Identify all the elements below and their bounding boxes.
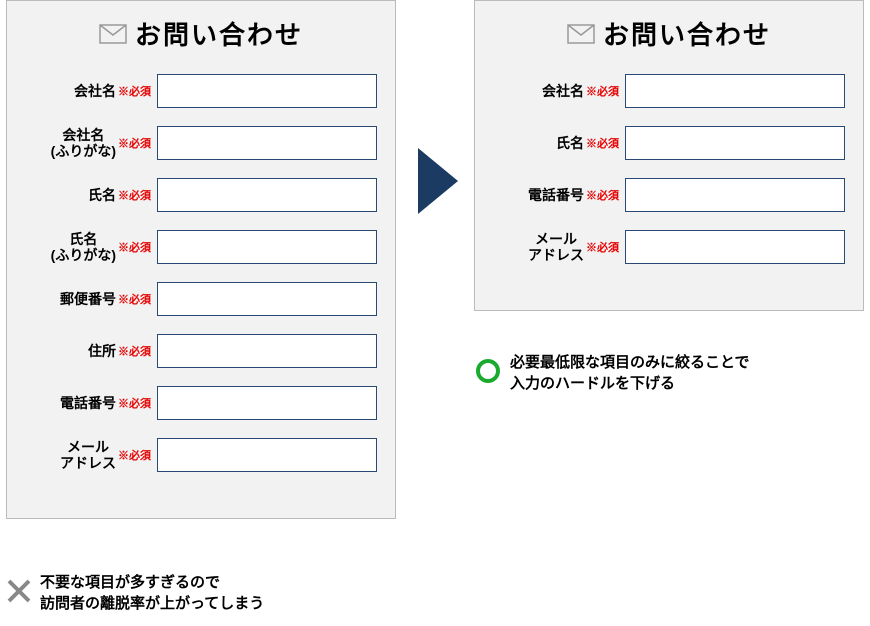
- label-area: メール アドレス ※必須: [493, 231, 625, 263]
- required-tag: ※必須: [118, 291, 151, 307]
- field-label: メール アドレス: [60, 439, 116, 471]
- required-tag: ※必須: [118, 239, 151, 255]
- label-area: 住所 ※必須: [25, 343, 157, 359]
- form-row: 氏名 ※必須: [25, 178, 377, 212]
- required-tag: ※必須: [118, 187, 151, 203]
- caption-good: 必要最低限な項目のみに絞ることで 入力のハードルを下げる: [474, 352, 750, 394]
- label-area: メール アドレス ※必須: [25, 439, 157, 471]
- caption-bad-text: 不要な項目が多すぎるので 訪問者の離脱率が上がってしまう: [40, 572, 264, 614]
- field-label: 住所: [88, 343, 116, 359]
- label-area: 郵便番号 ※必須: [25, 291, 157, 307]
- field-label: 氏名: [556, 135, 584, 151]
- form-row: 会社名 ※必須: [25, 74, 377, 108]
- panel-title: お問い合わせ: [493, 15, 845, 52]
- field-label: 電話番号: [528, 187, 584, 203]
- label-area: 氏名 ※必須: [25, 187, 157, 203]
- caption-good-text: 必要最低限な項目のみに絞ることで 入力のハードルを下げる: [510, 352, 750, 394]
- address-input[interactable]: [157, 334, 377, 368]
- field-label: 会社名: [542, 83, 584, 99]
- label-area: 会社名 ※必須: [493, 83, 625, 99]
- field-label: 会社名: [74, 83, 116, 99]
- company-input[interactable]: [157, 74, 377, 108]
- arrow-icon: [414, 148, 462, 219]
- company-input[interactable]: [625, 74, 845, 108]
- form-row: 会社名 ※必須: [493, 74, 845, 108]
- field-label: 会社名 (ふりがな): [51, 127, 116, 159]
- form-row: 氏名 (ふりがな) ※必須: [25, 230, 377, 264]
- envelope-icon: [99, 24, 127, 44]
- caption-bad: 不要な項目が多すぎるので 訪問者の離脱率が上がってしまう: [6, 572, 264, 614]
- name-furigana-input[interactable]: [157, 230, 377, 264]
- email-input[interactable]: [157, 438, 377, 472]
- envelope-icon: [567, 24, 595, 44]
- x-icon: [6, 578, 32, 609]
- required-tag: ※必須: [586, 83, 619, 99]
- name-input[interactable]: [157, 178, 377, 212]
- label-area: 会社名 ※必須: [25, 83, 157, 99]
- required-tag: ※必須: [586, 239, 619, 255]
- email-input[interactable]: [625, 230, 845, 264]
- label-area: 電話番号 ※必須: [493, 187, 625, 203]
- postal-input[interactable]: [157, 282, 377, 316]
- form-panel-good: お問い合わせ 会社名 ※必須 氏名 ※必須 電話番号 ※必須 メール アドレス …: [474, 0, 864, 311]
- panel-title: お問い合わせ: [25, 15, 377, 52]
- required-tag: ※必須: [118, 395, 151, 411]
- form-row: 住所 ※必須: [25, 334, 377, 368]
- form-row: 会社名 (ふりがな) ※必須: [25, 126, 377, 160]
- name-input[interactable]: [625, 126, 845, 160]
- label-area: 氏名 ※必須: [493, 135, 625, 151]
- field-label: 氏名: [88, 187, 116, 203]
- required-tag: ※必須: [586, 187, 619, 203]
- form-panel-bad: お問い合わせ 会社名 ※必須 会社名 (ふりがな) ※必須 氏名 ※必須 氏名 …: [6, 0, 396, 519]
- field-label: 郵便番号: [60, 291, 116, 307]
- panel-title-text: お問い合わせ: [603, 15, 771, 52]
- form-row: 郵便番号 ※必須: [25, 282, 377, 316]
- field-label: メール アドレス: [528, 231, 584, 263]
- form-row: 電話番号 ※必須: [493, 178, 845, 212]
- required-tag: ※必須: [118, 83, 151, 99]
- field-label: 電話番号: [60, 395, 116, 411]
- field-label: 氏名 (ふりがな): [51, 231, 116, 263]
- form-row: 氏名 ※必須: [493, 126, 845, 160]
- form-row: メール アドレス ※必須: [25, 438, 377, 472]
- company-furigana-input[interactable]: [157, 126, 377, 160]
- label-area: 氏名 (ふりがな) ※必須: [25, 231, 157, 263]
- panel-title-text: お問い合わせ: [135, 15, 303, 52]
- label-area: 電話番号 ※必須: [25, 395, 157, 411]
- phone-input[interactable]: [625, 178, 845, 212]
- phone-input[interactable]: [157, 386, 377, 420]
- required-tag: ※必須: [586, 135, 619, 151]
- circle-icon: [474, 357, 502, 390]
- form-row: 電話番号 ※必須: [25, 386, 377, 420]
- required-tag: ※必須: [118, 447, 151, 463]
- required-tag: ※必須: [118, 343, 151, 359]
- label-area: 会社名 (ふりがな) ※必須: [25, 127, 157, 159]
- form-row: メール アドレス ※必須: [493, 230, 845, 264]
- required-tag: ※必須: [118, 135, 151, 151]
